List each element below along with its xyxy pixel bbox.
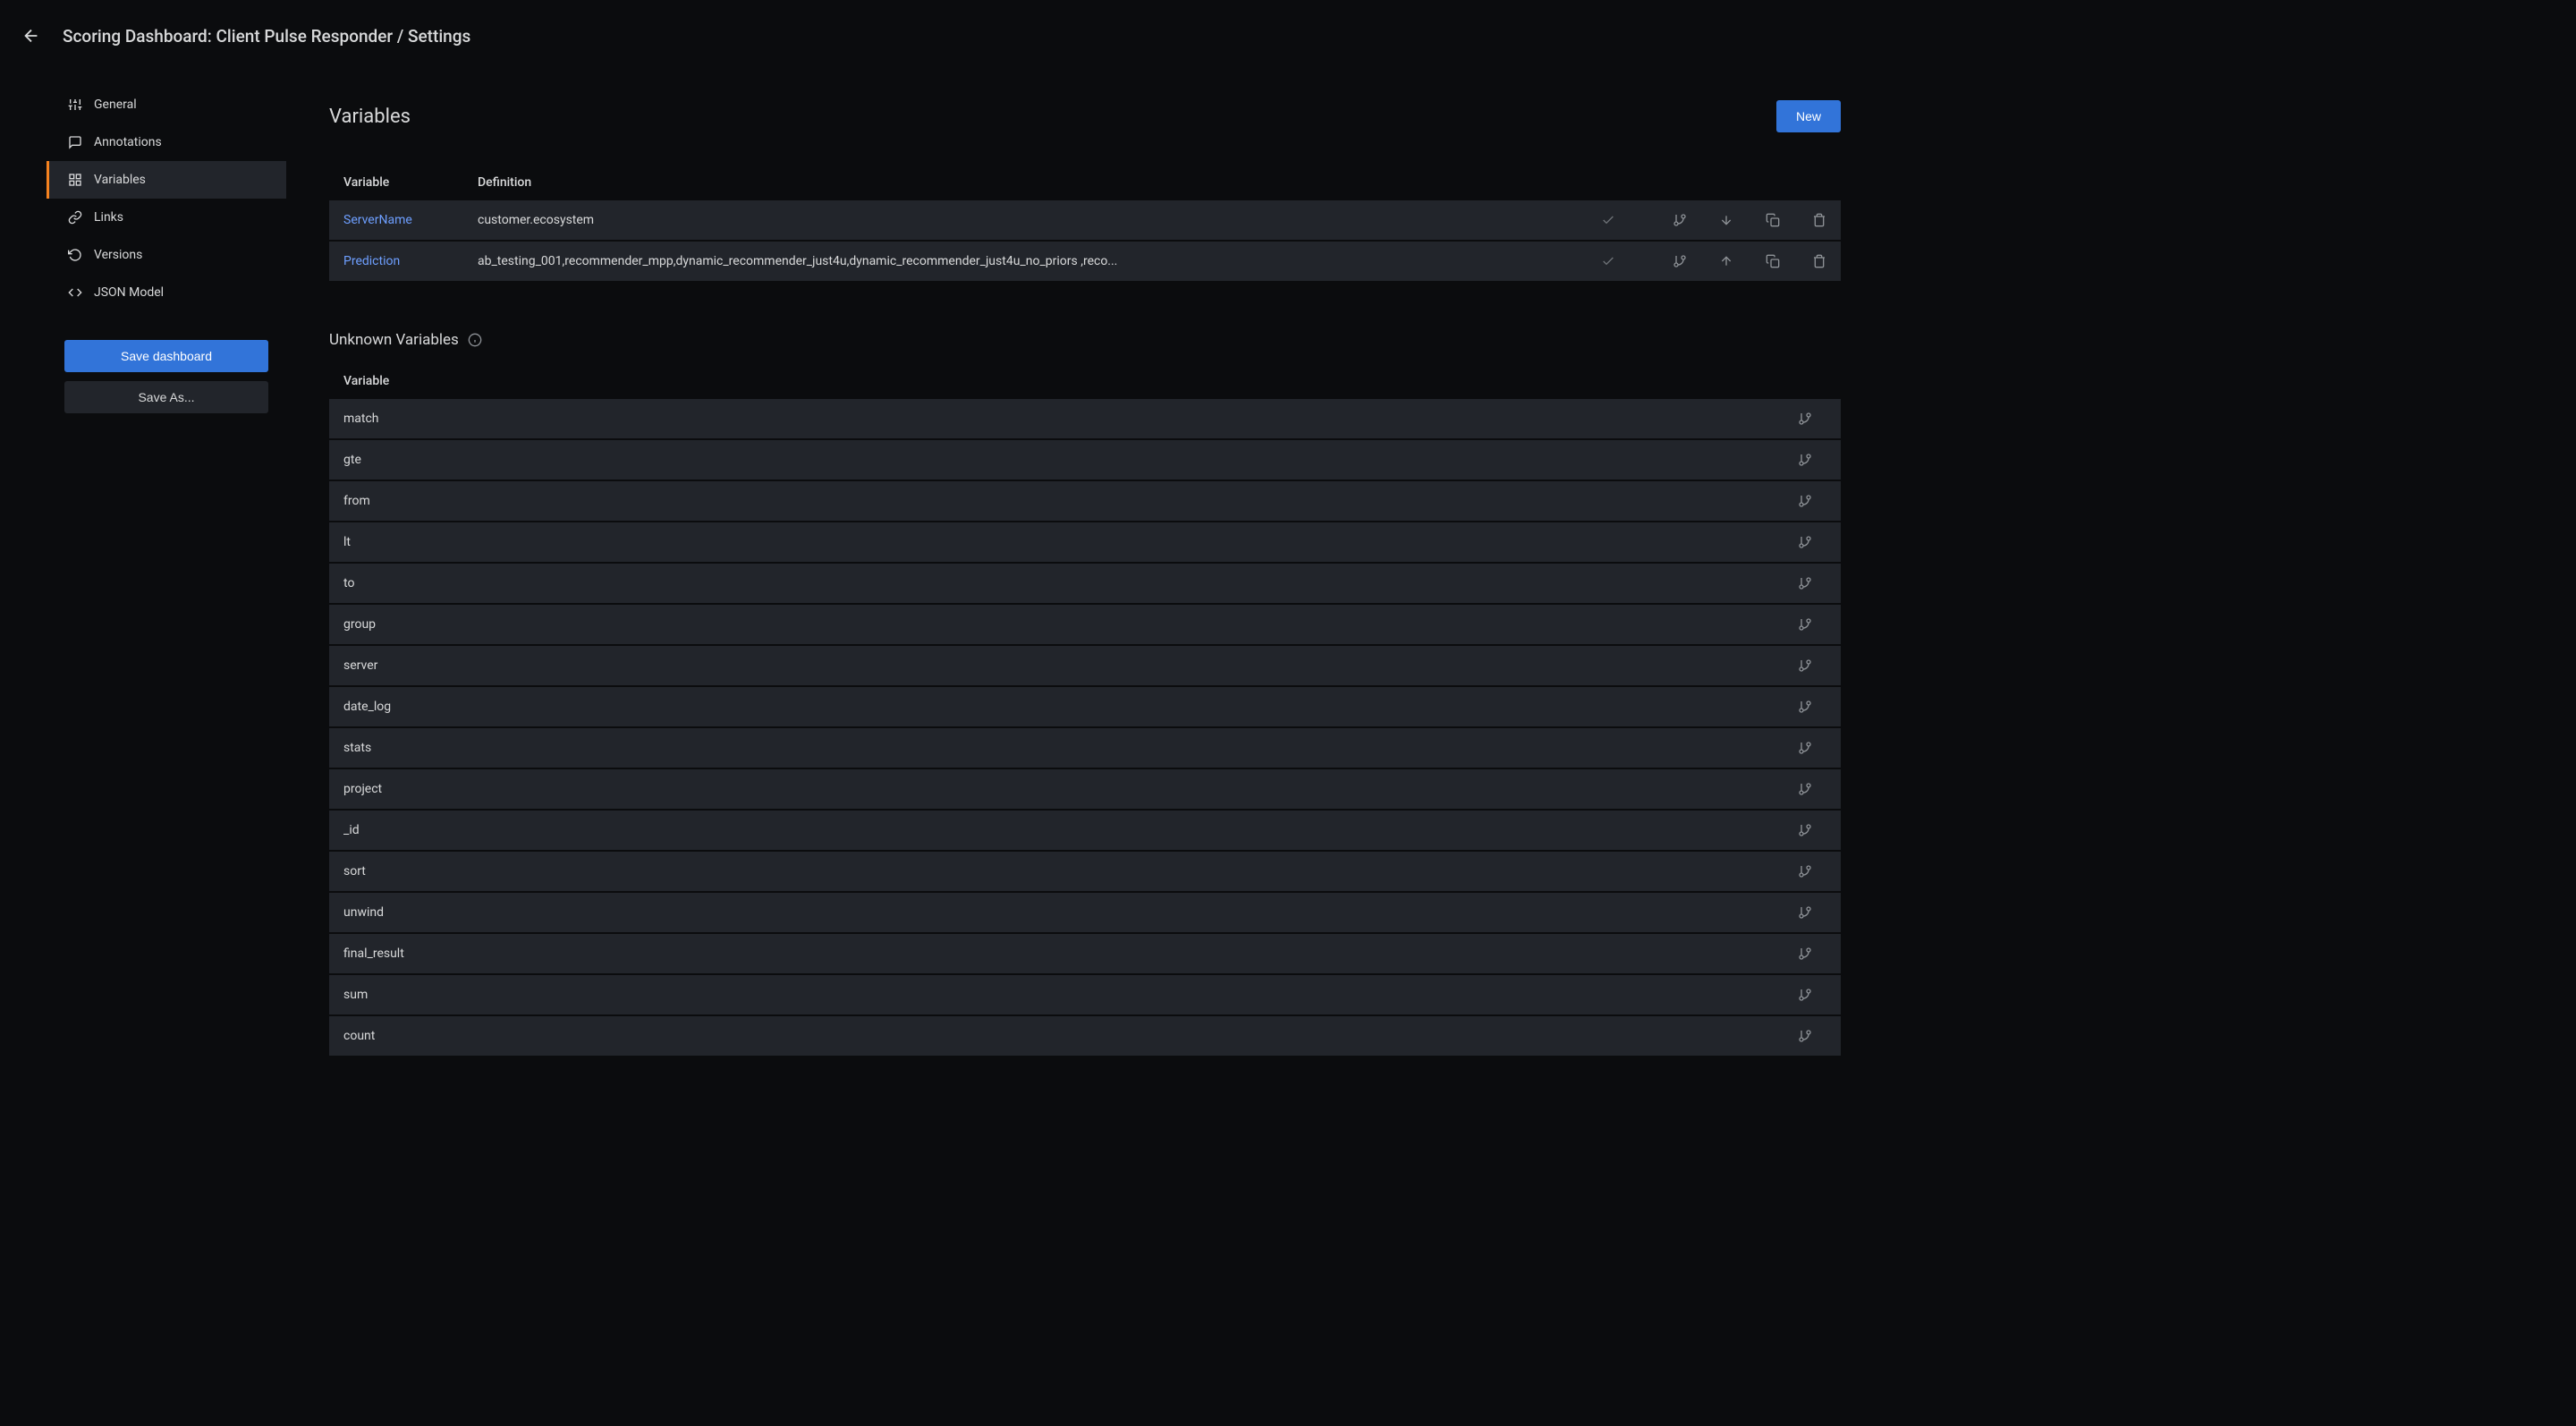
unknown-variable-row: group	[329, 605, 1841, 644]
branch-icon-button[interactable]	[1798, 453, 1826, 467]
new-variable-button[interactable]: New	[1776, 100, 1841, 132]
page-title: Scoring Dashboard: Client Pulse Responde…	[63, 26, 470, 47]
sidebar-item-annotations[interactable]: Annotations	[47, 123, 286, 161]
variable-row: ServerName customer.ecosystem	[329, 200, 1841, 240]
move-down-button[interactable]	[1719, 213, 1733, 227]
unknown-variable-name: date_log	[343, 700, 391, 714]
sidebar-item-label: Links	[94, 210, 123, 225]
branch-icon-button[interactable]	[1798, 617, 1826, 632]
save-as-button[interactable]: Save As...	[64, 381, 268, 413]
variables-table-header: Variable Definition	[329, 175, 1841, 200]
duplicate-button[interactable]	[1766, 254, 1780, 268]
unknown-variable-name: gte	[343, 453, 361, 467]
unknown-variable-name: unwind	[343, 905, 384, 920]
unknown-variable-name: sort	[343, 864, 366, 879]
unknown-variable-name: lt	[343, 535, 351, 549]
branch-icon-button[interactable]	[1798, 946, 1826, 961]
branch-icon-button[interactable]	[1798, 864, 1826, 879]
duplicate-button[interactable]	[1766, 213, 1780, 227]
branch-icon-button[interactable]	[1798, 658, 1826, 673]
grid-icon	[67, 172, 83, 188]
column-header-variable: Variable	[343, 175, 478, 190]
unknown-variable-row: lt	[329, 522, 1841, 562]
sidebar-item-json-model[interactable]: JSON Model	[47, 274, 286, 311]
unknown-variable-row: sort	[329, 852, 1841, 891]
column-header-variable: Variable	[343, 374, 1826, 388]
unknown-variable-name: to	[343, 576, 354, 590]
unknown-variable-row: match	[329, 399, 1841, 438]
code-icon	[67, 284, 83, 301]
sidebar-item-general[interactable]: General	[47, 86, 286, 123]
main-content: Variables New Variable Definition Server…	[286, 72, 2576, 1426]
unknown-variable-row: from	[329, 481, 1841, 521]
unknown-variable-row: gte	[329, 440, 1841, 480]
unknown-variable-row: date_log	[329, 687, 1841, 726]
unknown-variable-name: match	[343, 412, 379, 426]
branch-icon-button[interactable]	[1798, 412, 1826, 426]
sidebar-item-label: JSON Model	[94, 285, 164, 300]
unknown-variable-name: _id	[343, 823, 360, 837]
unknown-variable-row: to	[329, 564, 1841, 603]
unknown-variable-name: from	[343, 494, 370, 508]
sidebar-item-links[interactable]: Links	[47, 199, 286, 236]
save-dashboard-button[interactable]: Save dashboard	[64, 340, 268, 372]
unknown-variable-name: count	[343, 1029, 375, 1043]
column-header-definition: Definition	[478, 175, 1826, 190]
variable-definition: customer.ecosystem	[478, 213, 1601, 227]
info-icon[interactable]	[468, 333, 482, 347]
unknown-variable-name: project	[343, 782, 382, 796]
sidebar-item-label: General	[94, 98, 137, 112]
section-title: Variables	[329, 106, 411, 128]
branch-icon-button[interactable]	[1798, 535, 1826, 549]
branch-icon-button[interactable]	[1798, 741, 1826, 755]
sidebar-item-label: Versions	[94, 248, 142, 262]
branch-icon-button[interactable]	[1798, 576, 1826, 590]
unknown-variable-row: sum	[329, 975, 1841, 1014]
check-icon	[1601, 213, 1615, 227]
link-icon	[67, 209, 83, 225]
unknown-variable-name: server	[343, 658, 377, 673]
unknown-variable-row: server	[329, 646, 1841, 685]
variable-name-link[interactable]: Prediction	[343, 254, 478, 268]
unknown-table-header: Variable	[329, 374, 1841, 399]
sidebar-item-label: Annotations	[94, 135, 162, 149]
unknown-variable-row: project	[329, 769, 1841, 809]
sidebar-item-variables[interactable]: Variables	[47, 161, 286, 199]
unknown-variable-row: stats	[329, 728, 1841, 768]
arrow-left-icon	[21, 26, 41, 46]
unknown-variables-title: Unknown Variables	[329, 331, 2533, 349]
branch-icon-button[interactable]	[1798, 823, 1826, 837]
branch-icon-button[interactable]	[1798, 905, 1826, 920]
branch-icon-button[interactable]	[1798, 1029, 1826, 1043]
sidebar-item-label: Variables	[94, 173, 146, 187]
branch-icon-button[interactable]	[1673, 254, 1687, 268]
delete-button[interactable]	[1812, 213, 1826, 227]
sidebar-item-versions[interactable]: Versions	[47, 236, 286, 274]
branch-icon-button[interactable]	[1798, 700, 1826, 714]
variable-definition: ab_testing_001,recommender_mpp,dynamic_r…	[478, 254, 1601, 268]
sliders-icon	[67, 97, 83, 113]
delete-button[interactable]	[1812, 254, 1826, 268]
unknown-variable-name: stats	[343, 741, 371, 755]
branch-icon-button[interactable]	[1798, 988, 1826, 1002]
unknown-variable-name: final_result	[343, 946, 404, 961]
branch-icon-button[interactable]	[1798, 782, 1826, 796]
comment-icon	[67, 134, 83, 150]
settings-sidebar: General Annotations Variables Links Vers…	[0, 72, 286, 1426]
history-icon	[67, 247, 83, 263]
variable-row: Prediction ab_testing_001,recommender_mp…	[329, 242, 1841, 281]
unknown-variable-row: count	[329, 1016, 1841, 1056]
back-arrow-button[interactable]	[21, 26, 41, 46]
variable-name-link[interactable]: ServerName	[343, 213, 478, 227]
unknown-variable-row: final_result	[329, 934, 1841, 973]
unknown-variable-row: unwind	[329, 893, 1841, 932]
page-header: Scoring Dashboard: Client Pulse Responde…	[0, 0, 2576, 72]
check-icon	[1601, 254, 1615, 268]
unknown-variable-row: _id	[329, 811, 1841, 850]
move-up-button[interactable]	[1719, 254, 1733, 268]
unknown-variable-name: sum	[343, 988, 368, 1002]
unknown-variable-name: group	[343, 617, 376, 632]
branch-icon-button[interactable]	[1673, 213, 1687, 227]
branch-icon-button[interactable]	[1798, 494, 1826, 508]
